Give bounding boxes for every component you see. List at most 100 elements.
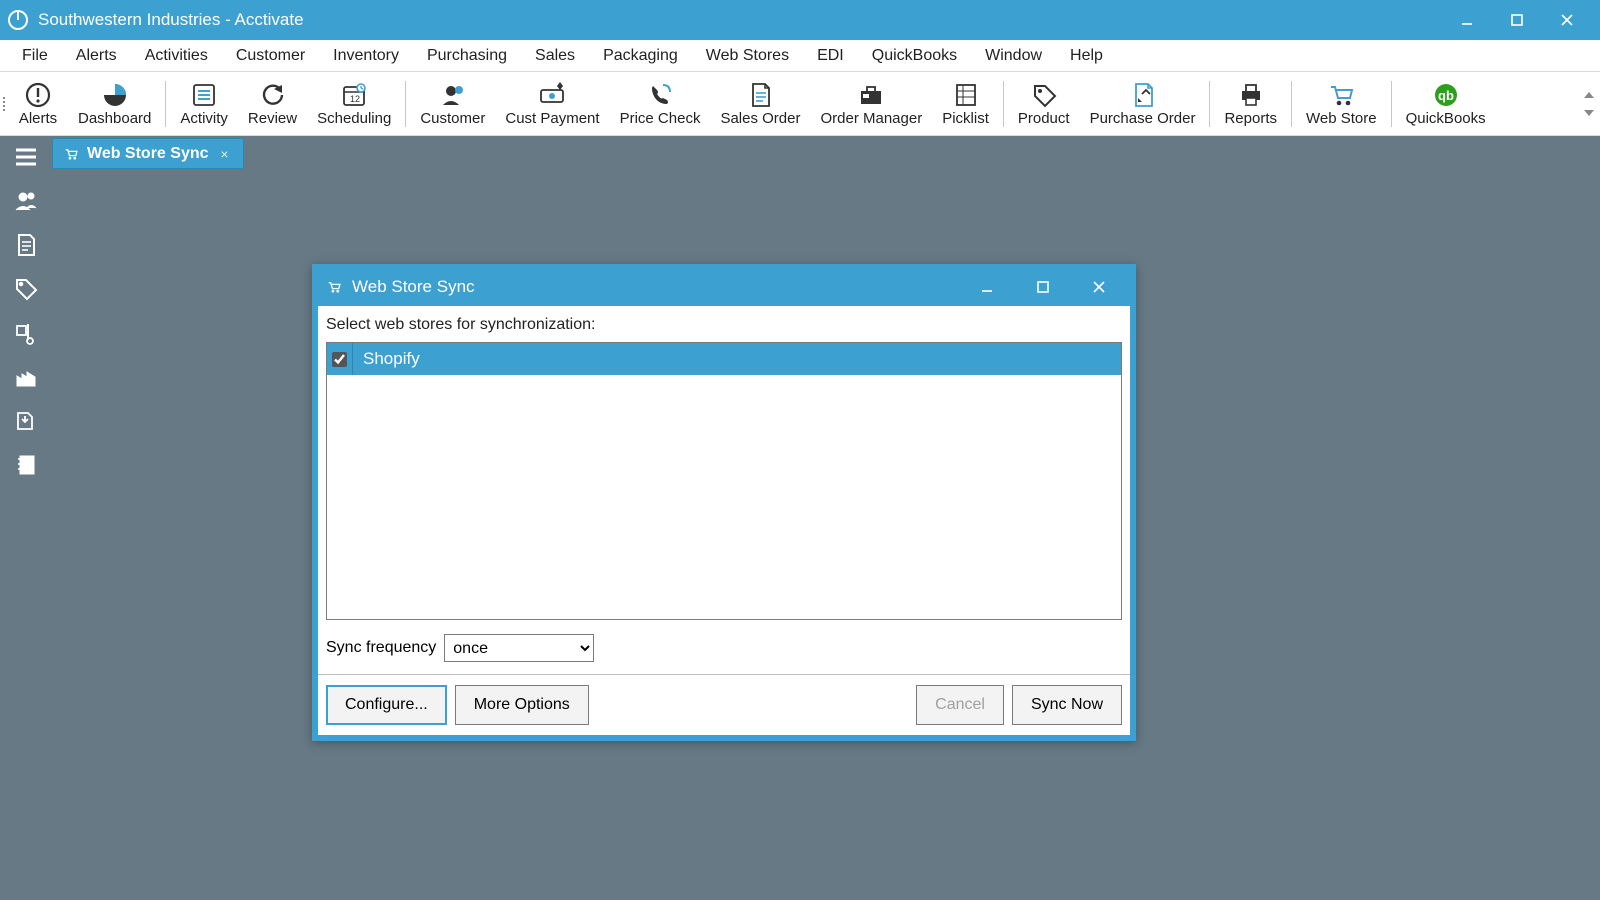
menu-window[interactable]: Window: [971, 41, 1056, 71]
quickbooks-icon: qb: [1431, 80, 1461, 110]
menu-purchasing[interactable]: Purchasing: [413, 41, 521, 71]
pie-chart-icon: [100, 80, 130, 110]
toolbar-customer[interactable]: Customer: [410, 76, 495, 131]
toolbar-label: Purchase Order: [1090, 110, 1196, 127]
menu-quickbooks[interactable]: QuickBooks: [858, 41, 971, 71]
app-icon: [8, 10, 28, 30]
tab-close-icon[interactable]: ×: [217, 146, 233, 162]
dialog-prompt: Select web stores for synchronization:: [326, 316, 1122, 334]
store-checkbox[interactable]: [332, 352, 347, 367]
printer-icon: [1236, 80, 1266, 110]
toolbar-price-check[interactable]: Price Check: [610, 76, 711, 131]
tag-icon: [1029, 80, 1059, 110]
configure-button[interactable]: Configure...: [326, 685, 447, 725]
tag-icon[interactable]: [9, 272, 43, 306]
toolbar-label: Cust Payment: [505, 110, 599, 127]
tab-webstore-sync[interactable]: Web Store Sync ×: [52, 138, 244, 169]
toolbar-sales-order[interactable]: Sales Order: [710, 76, 810, 131]
sync-frequency-select[interactable]: once: [444, 634, 594, 662]
toolbar-webstore[interactable]: Web Store: [1296, 76, 1387, 131]
toolbar-label: Web Store: [1306, 110, 1377, 127]
toolbar-review[interactable]: Review: [238, 76, 307, 131]
toolbar-label: Activity: [180, 110, 228, 127]
checklist-icon: [951, 80, 981, 110]
factory-icon[interactable]: [9, 360, 43, 394]
toolbar-label: Sales Order: [720, 110, 800, 127]
workspace: Web Store Sync × Web Store Sync: [52, 136, 1600, 900]
menu-sales[interactable]: Sales: [521, 41, 589, 71]
toolbar-label: Dashboard: [78, 110, 151, 127]
toolbar-product[interactable]: Product: [1008, 76, 1080, 131]
store-list[interactable]: Shopify: [326, 342, 1122, 620]
toolbar-label: Picklist: [942, 110, 989, 127]
toolbar-label: Customer: [420, 110, 485, 127]
list-icon: [189, 80, 219, 110]
toolbar-activity[interactable]: Activity: [170, 76, 238, 131]
handtruck-icon[interactable]: [9, 316, 43, 350]
menu-file[interactable]: File: [8, 41, 62, 71]
notebook-icon[interactable]: [9, 448, 43, 482]
toolbar-grip[interactable]: [0, 72, 8, 135]
po-icon: [1128, 80, 1158, 110]
dialog-minimize-button[interactable]: [964, 269, 1010, 305]
dialog-maximize-button[interactable]: [1020, 269, 1066, 305]
toolbar-purchase-order[interactable]: Purchase Order: [1080, 76, 1206, 131]
window-title: Southwestern Industries - Acctivate: [38, 10, 304, 30]
cart-icon: [63, 146, 79, 162]
store-name: Shopify: [353, 349, 420, 369]
dialog-title: Web Store Sync: [352, 277, 475, 297]
more-options-button[interactable]: More Options: [455, 685, 589, 725]
calendar-icon: 12: [339, 80, 369, 110]
maximize-button[interactable]: [1492, 0, 1542, 40]
menu-webstores[interactable]: Web Stores: [692, 41, 803, 71]
store-list-item[interactable]: Shopify: [327, 343, 1121, 375]
hamburger-icon[interactable]: [9, 140, 43, 174]
toolbar-scroll[interactable]: [1584, 72, 1600, 135]
inbox-icon[interactable]: [9, 404, 43, 438]
cart-icon: [1326, 80, 1356, 110]
tab-label: Web Store Sync: [87, 145, 209, 163]
dialog-footer: Configure... More Options Cancel Sync No…: [318, 675, 1130, 735]
toolbar-alerts[interactable]: Alerts: [8, 76, 68, 131]
menu-help[interactable]: Help: [1056, 41, 1117, 71]
toolbar-scheduling[interactable]: 12 Scheduling: [307, 76, 401, 131]
alert-icon: [23, 80, 53, 110]
dialog-titlebar: Web Store Sync: [316, 268, 1132, 306]
toolbar-picklist[interactable]: Picklist: [932, 76, 999, 131]
toolbar-cust-payment[interactable]: Cust Payment: [495, 76, 609, 131]
toolbar-label: Alerts: [19, 110, 57, 127]
close-button[interactable]: [1542, 0, 1592, 40]
document-icon[interactable]: [9, 228, 43, 262]
toolbar-order-manager[interactable]: Order Manager: [810, 76, 932, 131]
users-icon[interactable]: [9, 184, 43, 218]
user-icon: [438, 80, 468, 110]
toolbar: Alerts Dashboard Activity Review 12: [0, 72, 1600, 136]
freq-label: Sync frequency: [326, 639, 436, 657]
titlebar: Southwestern Industries - Acctivate: [0, 0, 1600, 40]
menu-packaging[interactable]: Packaging: [589, 41, 692, 71]
sidebar: [0, 136, 52, 900]
toolbar-reports[interactable]: Reports: [1214, 76, 1287, 131]
toolbar-dashboard[interactable]: Dashboard: [68, 76, 161, 131]
menu-activities[interactable]: Activities: [131, 41, 222, 71]
menu-alerts[interactable]: Alerts: [62, 41, 131, 71]
dialog-close-button[interactable]: [1076, 269, 1122, 305]
minimize-button[interactable]: [1442, 0, 1492, 40]
toolbar-label: Scheduling: [317, 110, 391, 127]
tab-strip: Web Store Sync ×: [52, 136, 1600, 171]
cart-icon: [326, 279, 342, 295]
toolbar-label: Price Check: [620, 110, 701, 127]
menu-customer[interactable]: Customer: [222, 41, 319, 71]
toolbar-label: Review: [248, 110, 297, 127]
toolbar-label: QuickBooks: [1406, 110, 1486, 127]
cancel-button[interactable]: Cancel: [916, 685, 1004, 725]
sync-now-button[interactable]: Sync Now: [1012, 685, 1122, 725]
menu-inventory[interactable]: Inventory: [319, 41, 413, 71]
svg-text:qb: qb: [1438, 88, 1454, 103]
webstore-sync-dialog: Web Store Sync Select web stores for syn…: [312, 264, 1136, 741]
phone-icon: [645, 80, 675, 110]
menu-edi[interactable]: EDI: [803, 41, 858, 71]
toolbar-quickbooks[interactable]: qb QuickBooks: [1396, 76, 1496, 131]
document-icon: [745, 80, 775, 110]
toolbar-label: Product: [1018, 110, 1070, 127]
